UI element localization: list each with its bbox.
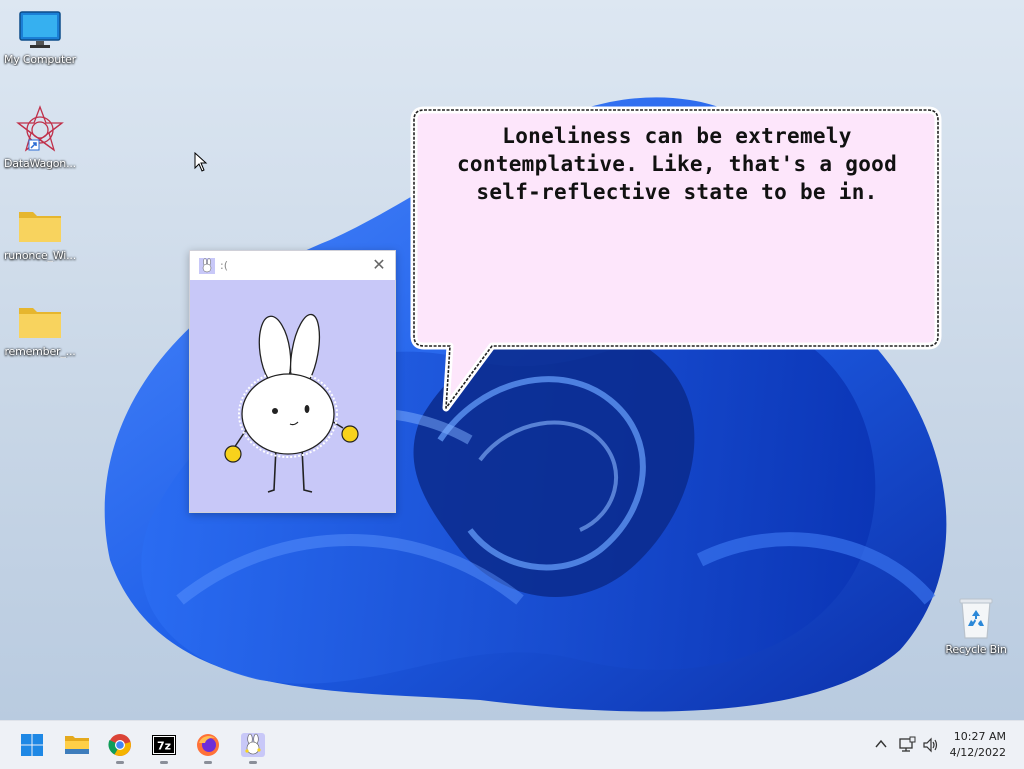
datawagon-icon [16, 105, 64, 152]
mouse-cursor-icon [194, 152, 208, 172]
desktop: My Computer DataWagon... runonce_Wi... r… [0, 0, 1024, 720]
recycle-bin-icon [959, 598, 993, 639]
desktop-icon-label: DataWagon... [4, 157, 76, 170]
chevron-up-icon[interactable] [874, 738, 888, 750]
system-tray: 10:27 AM 4/12/2022 [864, 721, 1024, 769]
pet-window[interactable]: :( ✕ [189, 250, 396, 513]
folder-icon [19, 308, 61, 338]
clock[interactable]: 10:27 AM 4/12/2022 [950, 729, 1006, 761]
taskbar: 7z 10:27 AM 4/12/2022 [0, 720, 1024, 769]
7zip-icon: 7z [152, 735, 176, 755]
clock-date: 4/12/2022 [949, 746, 1006, 759]
desktop-icon-recycle-bin[interactable]: Recycle Bin [936, 596, 1016, 656]
start-button[interactable] [16, 729, 48, 761]
desktop-icon-datawagon[interactable]: DataWagon... [0, 104, 80, 170]
volume-icon[interactable] [922, 736, 940, 754]
desktop-icon-label: remember_... [4, 345, 76, 358]
taskbar-bunny-app[interactable] [237, 729, 269, 764]
running-indicator [116, 761, 124, 764]
svg-text:7z: 7z [157, 740, 171, 753]
firefox-icon [197, 734, 219, 756]
taskbar-firefox[interactable] [192, 729, 224, 764]
desktop-icon-label: Recycle Bin [945, 643, 1007, 656]
start-icon [21, 734, 43, 756]
taskbar-file-explorer[interactable] [61, 729, 93, 761]
desktop-icon-my-computer[interactable]: My Computer [0, 10, 80, 66]
taskbar-chrome[interactable] [104, 729, 136, 764]
taskbar-7zip[interactable]: 7z [148, 729, 180, 764]
desktop-icon-label: runonce_Wi... [3, 249, 77, 262]
network-icon[interactable] [898, 736, 916, 754]
pet-window-titlebar[interactable]: :( ✕ [190, 251, 395, 280]
clock-time: 10:27 AM [953, 730, 1006, 743]
desktop-icon-label: My Computer [4, 53, 76, 66]
close-icon[interactable]: ✕ [371, 257, 387, 273]
pet-window-title: :( [220, 259, 228, 272]
bunny-app-icon [199, 257, 215, 274]
desktop-icon-runonce-folder[interactable]: runonce_Wi... [0, 206, 80, 262]
chrome-icon [108, 734, 131, 756]
running-indicator [160, 761, 168, 764]
bunny-character [224, 313, 359, 493]
running-indicator [204, 761, 212, 764]
folder-icon [19, 212, 61, 242]
running-indicator [249, 761, 257, 764]
desktop-icon-remember-folder[interactable]: remember_... [0, 302, 80, 358]
bunny-app-icon [241, 733, 265, 757]
file-explorer-icon [65, 736, 89, 754]
speech-bubble-text: Loneliness can be extremely contemplativ… [456, 124, 898, 204]
monitor-icon [19, 11, 61, 48]
